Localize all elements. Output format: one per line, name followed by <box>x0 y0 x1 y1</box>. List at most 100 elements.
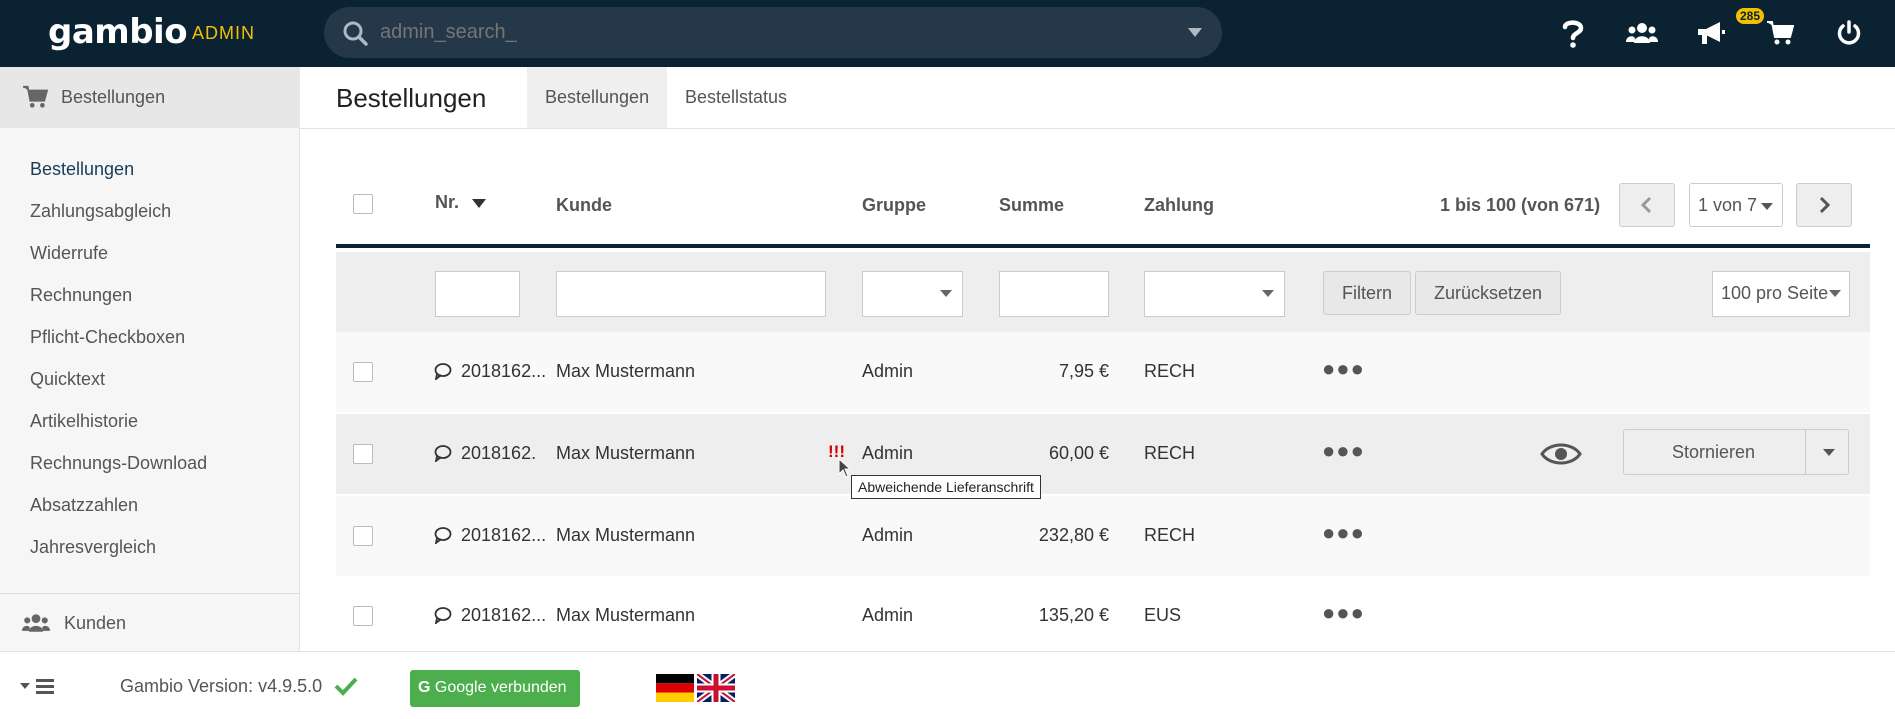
more-options-icon[interactable]: ●●● <box>1322 600 1365 626</box>
top-navigation-bar: gambio ADMIN 285 <box>0 0 1895 67</box>
sidebar-item-pflicht-checkboxen[interactable]: Pflicht-Checkboxen <box>30 327 185 348</box>
power-icon[interactable] <box>1832 16 1866 50</box>
chevron-down-icon <box>1761 203 1773 210</box>
table-row[interactable]: 2018162... Max Mustermann Admin 232,80 €… <box>336 496 1870 576</box>
sidebar-section-orders[interactable]: Bestellungen <box>0 67 300 128</box>
help-icon[interactable] <box>1556 16 1590 50</box>
table-row[interactable]: 2018162... Max Mustermann Admin 135,20 €… <box>336 576 1870 636</box>
admin-search[interactable] <box>324 7 1222 58</box>
column-zahlung[interactable]: Zahlung <box>1144 195 1214 216</box>
row-checkbox[interactable] <box>353 362 373 382</box>
chevron-down-icon <box>940 290 952 297</box>
footer: Gambio Version: v4.9.5.0 G Google verbun… <box>0 651 1895 719</box>
sidebar-item-widerrufe[interactable]: Widerrufe <box>30 243 108 264</box>
notification-badge: 285 <box>1736 8 1765 24</box>
google-connected-button[interactable]: G Google verbunden <box>410 670 580 707</box>
button-divider <box>1805 430 1806 474</box>
sidebar-item-artikelhistorie[interactable]: Artikelhistorie <box>30 411 138 432</box>
per-page-select[interactable]: 100 pro Seite <box>1712 271 1850 317</box>
prev-page-button[interactable] <box>1619 183 1675 227</box>
chevron-down-icon[interactable] <box>1188 28 1202 37</box>
tab-bestellstatus[interactable]: Bestellstatus <box>667 67 805 128</box>
sidebar-item-absatzzahlen[interactable]: Absatzzahlen <box>30 495 138 516</box>
more-options-icon[interactable]: ●●● <box>1322 438 1365 464</box>
sidebar-section-customers[interactable]: Kunden <box>0 594 300 651</box>
sidebar-item-quicktext[interactable]: Quicktext <box>30 369 105 390</box>
column-nr[interactable]: Nr. <box>435 192 487 213</box>
comment-icon[interactable] <box>434 526 452 549</box>
per-page-value: 100 pro Seite <box>1721 283 1829 303</box>
chevron-left-icon <box>1640 196 1652 214</box>
payment-method: RECH <box>1144 361 1196 381</box>
column-kunde[interactable]: Kunde <box>556 195 612 216</box>
row-checkbox[interactable] <box>353 606 373 626</box>
sidebar-item-rechnungen[interactable]: Rechnungen <box>30 285 132 306</box>
customer-group: Admin <box>862 605 914 625</box>
version-info: Gambio Version: v4.9.5.0 <box>120 676 323 696</box>
mouse-cursor-icon <box>838 458 852 478</box>
sidebar-item-jahresvergleich[interactable]: Jahresvergleich <box>30 537 156 558</box>
filter-button[interactable]: Filtern <box>1323 271 1412 315</box>
more-options-icon[interactable]: ●●● <box>1322 356 1365 382</box>
filter-kunde-input[interactable] <box>556 271 826 317</box>
order-number[interactable]: 2018162... <box>461 525 546 546</box>
comment-icon[interactable] <box>434 362 452 385</box>
more-options-icon[interactable]: ●●● <box>1322 520 1365 546</box>
reset-button[interactable]: Zurücksetzen <box>1415 271 1562 315</box>
column-gruppe[interactable]: Gruppe <box>862 195 926 216</box>
cart-icon[interactable] <box>1763 16 1797 50</box>
search-icon <box>342 20 368 51</box>
customer-name: Max Mustermann <box>556 361 696 381</box>
admin-label: ADMIN <box>192 23 255 43</box>
next-page-button[interactable] <box>1796 183 1852 227</box>
order-sum: 60,00 € <box>1048 443 1109 463</box>
comment-icon[interactable] <box>434 444 452 467</box>
customer-name: Max Mustermann <box>556 605 696 625</box>
filter-nr-input[interactable] <box>435 271 520 317</box>
row-checkbox[interactable] <box>353 526 373 546</box>
cancel-order-split-button[interactable]: Stornieren <box>1623 429 1849 475</box>
customer-name: Max Mustermann <box>556 525 696 545</box>
order-number[interactable]: 2018162... <box>461 361 546 382</box>
chevron-down-icon <box>1829 290 1841 297</box>
order-sum: 7,95 € <box>1058 361 1109 381</box>
flag-uk-icon[interactable] <box>695 671 737 707</box>
filter-summe-input[interactable] <box>999 271 1109 317</box>
cancel-order-button[interactable]: Stornieren <box>1672 442 1755 463</box>
sort-desc-icon <box>472 198 487 208</box>
order-number[interactable]: 2018162. <box>461 443 536 464</box>
chevron-right-icon <box>1819 196 1831 214</box>
page-title: Bestellungen <box>336 83 487 113</box>
page-select[interactable]: 1 von 7 <box>1689 183 1783 227</box>
column-label: Nr. <box>435 192 460 212</box>
order-number[interactable]: 2018162... <box>461 605 546 626</box>
row-checkbox[interactable] <box>353 444 373 464</box>
filter-zahlung-select[interactable] <box>1144 271 1285 317</box>
users-icon[interactable] <box>1625 16 1659 50</box>
flag-de-icon[interactable] <box>656 674 694 707</box>
payment-method: EUS <box>1144 605 1182 625</box>
sidebar-item-zahlungsabgleich[interactable]: Zahlungsabgleich <box>30 201 171 222</box>
table-row[interactable]: 2018162. Max Mustermann !!! Admin 60,00 … <box>336 414 1870 494</box>
select-all-checkbox[interactable] <box>353 194 373 214</box>
payment-method: RECH <box>1144 443 1196 463</box>
filter-gruppe-select[interactable] <box>862 271 963 317</box>
comment-icon[interactable] <box>434 606 452 629</box>
table-row[interactable]: 2018162... Max Mustermann Admin 7,95 € R… <box>336 332 1870 412</box>
tooltip: Abweichende Lieferanschrift <box>851 475 1041 499</box>
gambio-logo[interactable]: gambio <box>48 12 188 52</box>
chevron-down-icon[interactable] <box>1823 449 1835 456</box>
google-button-label: Google verbunden <box>434 679 567 696</box>
customer-group: Admin <box>862 525 914 545</box>
search-input[interactable] <box>380 17 1160 48</box>
pagination-info: 1 bis 100 (von 671) <box>1440 195 1601 215</box>
sidebar-item-bestellungen[interactable]: Bestellungen <box>30 159 134 180</box>
menu-toggle[interactable] <box>20 678 56 699</box>
sidebar-section-label: Bestellungen <box>61 87 166 107</box>
sidebar-item-rechnungs-download[interactable]: Rechnungs-Download <box>30 453 207 474</box>
column-summe[interactable]: Summe <box>999 195 1064 216</box>
eye-icon[interactable] <box>1540 440 1582 473</box>
tab-bestellungen[interactable]: Bestellungen <box>527 67 668 128</box>
megaphone-icon[interactable] <box>1694 16 1728 50</box>
order-sum: 135,20 € <box>1038 605 1109 625</box>
